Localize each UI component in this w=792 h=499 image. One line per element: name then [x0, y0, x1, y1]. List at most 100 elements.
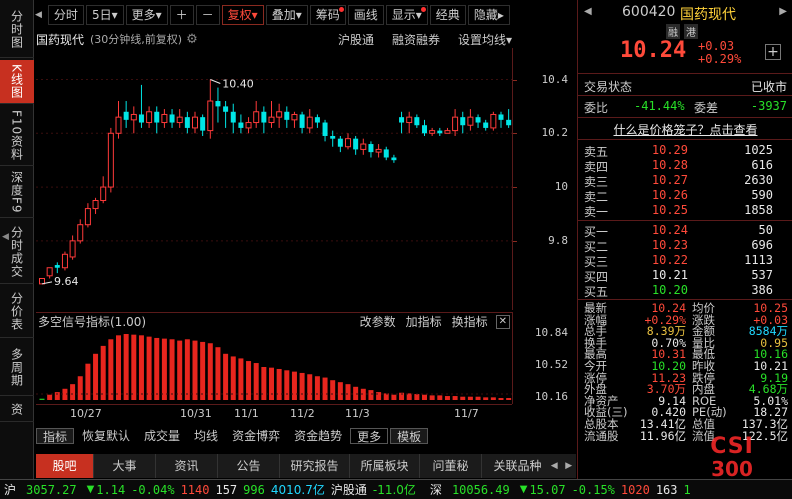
- candle-body: [100, 186, 107, 202]
- section-next-icon[interactable]: ▶: [565, 461, 572, 471]
- section-tab-events[interactable]: 大事: [94, 454, 156, 478]
- indicator-bar: [437, 395, 443, 400]
- ticker-sh-arrow: ▼: [86, 484, 95, 495]
- section-tab-news[interactable]: 资讯: [156, 454, 218, 478]
- indicator-bar: [284, 370, 290, 400]
- tab-template[interactable]: 模板: [390, 428, 429, 444]
- indicator-bar: [39, 398, 45, 400]
- tab-reset[interactable]: 恢复默认: [76, 428, 136, 444]
- add-watchlist-button[interactable]: +: [765, 44, 781, 60]
- badge-hk: 港: [684, 24, 698, 39]
- chouma-button[interactable]: 筹码: [309, 5, 346, 25]
- indicator-add-button[interactable]: 加指标: [406, 313, 442, 330]
- section-tab-ask-secretary[interactable]: 问董秘: [420, 454, 482, 478]
- section-tab-research[interactable]: 研究报告: [280, 454, 350, 478]
- fuquan-button[interactable]: 复权▾: [221, 5, 264, 25]
- candle-body: [146, 111, 153, 124]
- tab-ma[interactable]: 均线: [188, 428, 224, 444]
- section-tab-guba[interactable]: 股吧: [36, 454, 94, 478]
- quote-back-icon[interactable]: ◀: [584, 6, 592, 17]
- toolbar-prev-icon[interactable]: ◀: [35, 10, 42, 20]
- zoom-in-button[interactable]: ＋: [169, 5, 194, 25]
- jingdian-button[interactable]: 经典: [429, 5, 466, 25]
- yincang-button[interactable]: 隐藏▸: [467, 5, 510, 25]
- tab-volume[interactable]: 成交量: [138, 428, 186, 444]
- indicator-tabs: 指标 恢复默认 成交量 均线 资金博弈 资金趋势 更多 模板: [36, 427, 576, 445]
- indicator-bar: [291, 371, 297, 400]
- tab-fund-trend[interactable]: 资金趋势: [288, 428, 348, 444]
- left-tab-5[interactable]: 分价表: [0, 286, 34, 338]
- candle-body: [483, 122, 489, 128]
- candle-body: [261, 111, 267, 123]
- diejia-button[interactable]: 叠加▾: [265, 5, 308, 25]
- chart-toolbar: ◀ 分时 5日▾ 更多▾ ＋－复权▾ 叠加▾ 筹码 画线 显示▾ 经典 隐藏▸: [35, 4, 575, 26]
- ticker-sz-index[interactable]: 10056.49: [452, 483, 510, 497]
- ticker-sz-vol-a: 1020: [620, 482, 650, 497]
- weibi-label: 委比: [584, 101, 609, 115]
- link-rongzirongquan[interactable]: 融资融券: [392, 31, 440, 48]
- left-tab-2[interactable]: F10资料: [0, 106, 34, 166]
- price-tick-2: 10: [554, 180, 568, 194]
- indicator-bar: [368, 390, 374, 400]
- indicator-edit-params-button[interactable]: 改参数: [360, 313, 396, 330]
- candle-body: [383, 149, 389, 158]
- trade-status: 已收市: [750, 80, 787, 94]
- left-tab-7[interactable]: 资: [0, 398, 34, 422]
- price-cage-link[interactable]: 什么是价格笼子？点击查看: [613, 123, 757, 137]
- weibi-row: 委比 -41.44% 委差 -3937: [578, 99, 792, 115]
- candle-body: [77, 224, 84, 242]
- price-tick-mark-1: [513, 133, 517, 135]
- left-collapse-icon[interactable]: ◀: [2, 232, 9, 242]
- more-button[interactable]: 更多▾: [125, 5, 168, 25]
- indicator-bar: [169, 339, 175, 400]
- indicator-close-icon[interactable]: ✕: [495, 314, 510, 329]
- left-tab-3[interactable]: 深度F9: [0, 168, 34, 218]
- weicha-value: -3937: [750, 99, 787, 113]
- tab-fund-game[interactable]: 资金博弈: [226, 428, 286, 444]
- huaxian-button[interactable]: 画线: [347, 5, 384, 25]
- candle-body: [115, 116, 122, 134]
- quote-forward-icon[interactable]: ▶: [779, 6, 787, 17]
- indicator-bar: [223, 353, 229, 400]
- bid-volume: 1113: [744, 253, 773, 267]
- ask-price: 10.26: [651, 188, 688, 202]
- left-tab-1[interactable]: K线图: [0, 60, 34, 104]
- section-tab-sectors[interactable]: 所属板块: [350, 454, 420, 478]
- indicator-bar: [47, 394, 53, 400]
- indicator-bar: [116, 335, 121, 400]
- price-row: 10.24 +0.03 +0.29% +: [578, 38, 792, 68]
- indicator-switch-button[interactable]: 换指标: [452, 313, 488, 330]
- fenshi-button[interactable]: 分时: [47, 5, 84, 25]
- tab-indicator[interactable]: 指标: [36, 428, 75, 444]
- five-day-button[interactable]: 5日▾: [85, 5, 124, 25]
- left-tab-0[interactable]: 分时图: [0, 2, 34, 58]
- ask-price: 10.29: [651, 143, 688, 157]
- indicator-bar: [299, 372, 305, 400]
- link-hugutong[interactable]: 沪股通: [338, 31, 374, 48]
- tab-more[interactable]: 更多: [350, 428, 389, 444]
- indicator-bar: [483, 397, 489, 400]
- link-set-ma[interactable]: 设置均线▾: [458, 31, 512, 48]
- indicator-chart[interactable]: [36, 330, 512, 402]
- left-tab-6[interactable]: 多周期: [0, 340, 34, 396]
- section-tab-related[interactable]: 关联品种: [482, 454, 554, 478]
- indicator-bar: [184, 339, 190, 400]
- indicator-bar: [177, 340, 183, 400]
- market-ticker: 沪 3057.27 ▼ 1.14 -0.04% 1140 157 996 401…: [0, 479, 792, 499]
- indicator-bar: [444, 396, 450, 400]
- indicator-bar: [276, 368, 282, 400]
- ticker-sh-index[interactable]: 3057.27: [26, 483, 77, 497]
- candle-body: [399, 117, 405, 123]
- chart-settings-icon[interactable]: ⚙: [186, 32, 198, 47]
- ask-row-4: 卖四 10.28 616: [578, 158, 792, 174]
- section-tab-announcements[interactable]: 公告: [218, 454, 280, 478]
- bid-price: 10.24: [651, 223, 688, 237]
- section-prev-icon[interactable]: ◀: [551, 461, 558, 471]
- ask-price: 10.25: [651, 203, 688, 217]
- left-tab-4[interactable]: 分时成交: [0, 220, 34, 284]
- csi300-watermark: CSI 300: [702, 436, 762, 482]
- indicator-bar: [330, 380, 336, 400]
- xianshi-button[interactable]: 显示▾: [385, 5, 428, 25]
- zoom-out-button[interactable]: －: [195, 5, 220, 25]
- candlestick-chart[interactable]: 10.40 9.64: [36, 48, 512, 310]
